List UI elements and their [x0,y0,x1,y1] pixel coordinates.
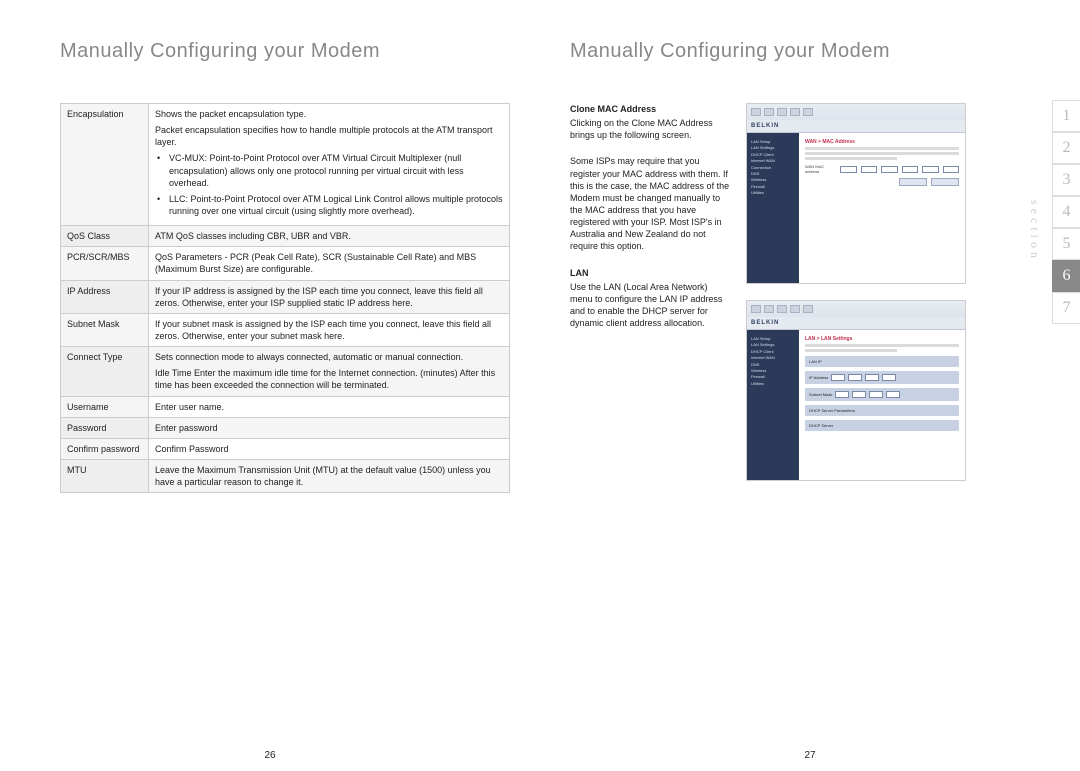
lan-p1: Use the LAN (Local Area Network) menu to… [570,281,730,330]
row-desc: QoS Parameters - PCR (Peak Cell Rate), S… [149,247,510,280]
page-number: 27 [804,750,815,761]
row-label: Subnet Mask [61,313,149,346]
page-title-right: Manually Configuring your Modem [570,40,1000,63]
row-label: MTU [61,459,149,492]
section-tab-7[interactable]: 7 [1052,292,1080,324]
right-page: Manually Configuring your Modem Clone MA… [540,0,1080,771]
row-desc: Enter user name. [149,396,510,417]
encap-bullet: VC-MUX: Point-to-Point Protocol over ATM… [155,152,503,188]
clone-heading: Clone MAC Address [570,103,730,115]
thumb-content: LAN > LAN Settings LAN IP IP Address Sub… [799,330,965,480]
row-label: QoS Class [61,226,149,247]
row-label: Username [61,396,149,417]
row-desc: If your IP address is assigned by the IS… [149,280,510,313]
brand-bar: BELKIN [747,120,965,133]
clone-p1: Clicking on the Clone MAC Address brings… [570,117,730,141]
row-label: IP Address [61,280,149,313]
spec-table: Encapsulation Shows the packet encapsula… [60,103,510,493]
row-label: Encapsulation [61,104,149,226]
section-label: section [1027,200,1042,262]
section-tabs: 1 2 3 4 5 6 7 [1052,100,1080,324]
section-tab-4[interactable]: 4 [1052,196,1080,228]
row-desc: Confirm Password [149,438,510,459]
clone-p2: Some ISPs may require that you register … [570,155,730,252]
browser-toolbar [747,104,965,120]
page-number: 26 [264,750,275,761]
connect-desc1: Sets connection mode to always connected… [155,351,503,363]
row-label: PCR/SCR/MBS [61,247,149,280]
row-desc: Leave the Maximum Transmission Unit (MTU… [149,459,510,492]
page-title-left: Manually Configuring your Modem [60,40,510,63]
screenshot-clone-mac: BELKIN LAN SetupLAN SettingsDHCP ClientI… [746,103,966,284]
section-tab-3[interactable]: 3 [1052,164,1080,196]
brand-bar: BELKIN [747,317,965,330]
row-label: Connect Type [61,347,149,396]
left-page: Manually Configuring your Modem Encapsul… [0,0,540,771]
row-desc: If your subnet mask is assigned by the I… [149,313,510,346]
section-tab-5[interactable]: 5 [1052,228,1080,260]
row-label: Confirm password [61,438,149,459]
row-label: Password [61,417,149,438]
section-tab-6[interactable]: 6 [1052,260,1080,292]
row-desc: ATM QoS classes including CBR, UBR and V… [149,226,510,247]
thumb-content: WAN > MAC Address WAN MAC address [799,133,965,283]
encap-line1: Shows the packet encapsulation type. [155,108,503,120]
encap-bullet: LLC: Point-to-Point Protocol over ATM Lo… [155,193,503,217]
thumb-sidebar: LAN SetupLAN SettingsDHCP ClientInternet… [747,133,799,283]
encap-line2: Packet encapsulation specifies how to ha… [155,124,503,148]
screenshot-lan: BELKIN LAN SetupLAN SettingsDHCP ClientI… [746,300,966,481]
browser-toolbar [747,301,965,317]
section-tab-1[interactable]: 1 [1052,100,1080,132]
section-tab-2[interactable]: 2 [1052,132,1080,164]
lan-heading: LAN [570,267,730,279]
row-desc: Enter password [149,417,510,438]
thumb-sidebar: LAN SetupLAN SettingsDHCP ClientInternet… [747,330,799,480]
connect-desc2: Idle Time Enter the maximum idle time fo… [155,367,503,391]
